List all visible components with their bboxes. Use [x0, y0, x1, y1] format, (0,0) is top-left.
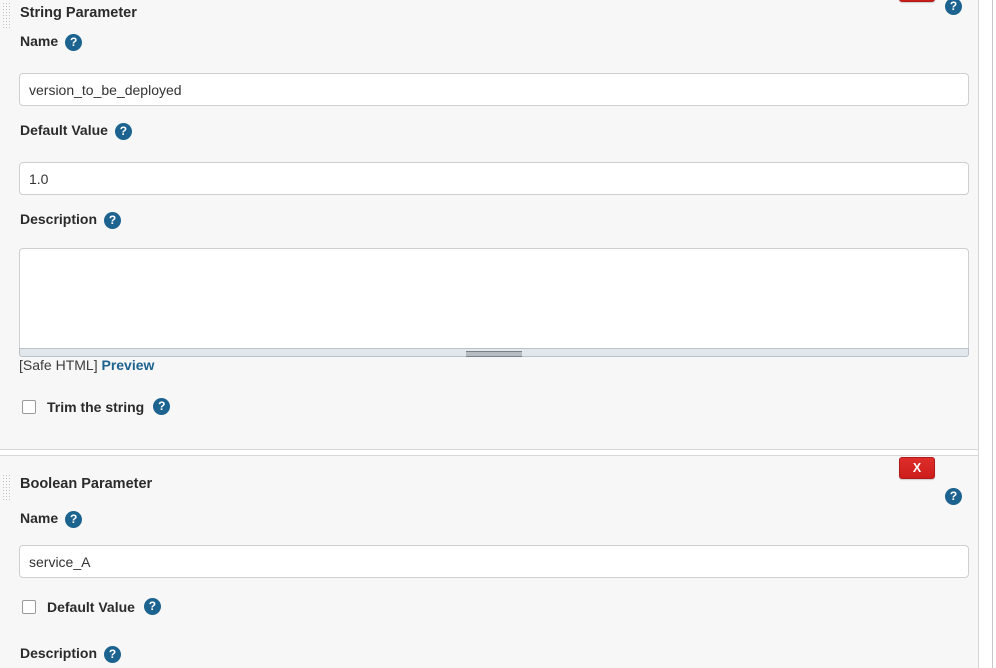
help-icon[interactable]: ?	[945, 488, 962, 505]
name-field-label: Name?	[20, 33, 83, 51]
default-value-input[interactable]	[19, 162, 969, 195]
default-value-label-text: Default Value	[20, 122, 108, 138]
name-input[interactable]	[19, 545, 969, 578]
safe-html-label: [Safe HTML]	[19, 357, 98, 373]
description-label-text: Description	[20, 645, 98, 661]
trim-string-row: Trim the string ?	[22, 398, 171, 415]
default-value-field-label: Default Value?	[20, 122, 132, 140]
description-textarea[interactable]	[19, 248, 969, 348]
drag-handle-icon[interactable]	[2, 2, 12, 28]
help-icon[interactable]: ?	[104, 645, 122, 663]
help-icon[interactable]: ?	[143, 598, 161, 615]
default-value-checkbox[interactable]	[22, 599, 36, 614]
description-label-text: Description	[20, 211, 98, 227]
parameter-block-title: Boolean Parameter	[20, 476, 153, 492]
delete-parameter-button[interactable]: X	[899, 457, 935, 479]
help-icon[interactable]: ?	[945, 0, 962, 15]
safe-html-line: [Safe HTML] Preview	[19, 357, 154, 373]
name-label-text: Name	[20, 33, 59, 49]
description-field-label: Description?	[20, 211, 122, 229]
delete-parameter-button[interactable]: X	[899, 0, 935, 2]
parameter-block-title: String Parameter	[20, 5, 137, 21]
help-icon[interactable]: ?	[153, 398, 171, 415]
trim-string-checkbox[interactable]	[22, 399, 36, 414]
preview-link[interactable]: Preview	[101, 357, 154, 373]
name-input[interactable]	[19, 73, 969, 106]
name-label-text: Name	[20, 510, 59, 526]
drag-handle-icon[interactable]	[2, 474, 12, 500]
help-icon[interactable]: ?	[114, 122, 132, 140]
parameter-block-boolean: Boolean Parameter X ? Name? Default Valu…	[0, 455, 978, 668]
parameter-block-string: String Parameter X ? Name? Default Value…	[0, 0, 978, 450]
default-value-row: Default Value ?	[22, 598, 161, 615]
panel-divider	[978, 0, 979, 668]
trim-string-label: Trim the string	[47, 398, 145, 415]
page-edge-divider	[992, 0, 993, 668]
help-icon[interactable]: ?	[104, 211, 122, 229]
textarea-resize-handle[interactable]	[19, 348, 969, 357]
name-field-label: Name?	[20, 510, 83, 528]
help-icon[interactable]: ?	[65, 33, 83, 51]
default-value-label: Default Value	[47, 598, 135, 615]
description-textarea-wrap	[19, 248, 969, 357]
description-field-label: Description?	[20, 645, 122, 663]
parameters-panel: String Parameter X ? Name? Default Value…	[0, 0, 996, 668]
help-icon[interactable]: ?	[65, 510, 83, 528]
